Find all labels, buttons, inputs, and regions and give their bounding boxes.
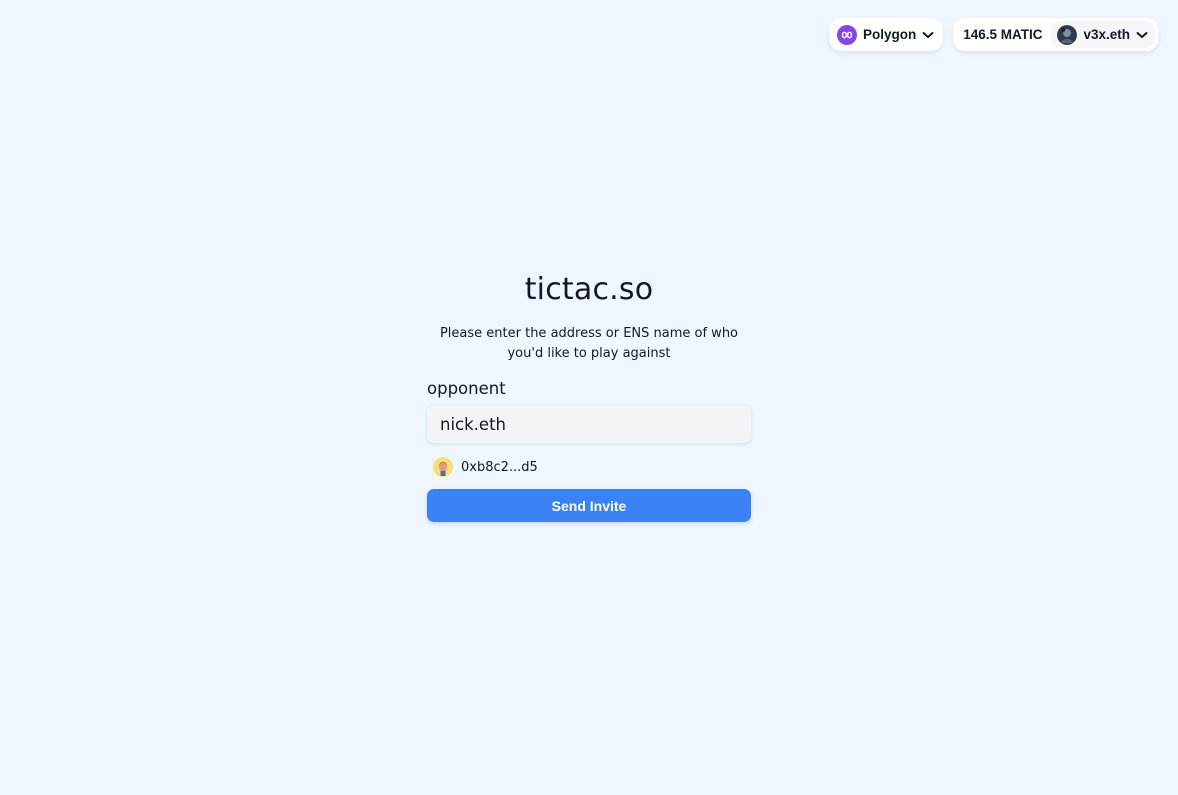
instructions-text: Please enter the address or ENS name of … xyxy=(439,326,739,361)
chain-name: Polygon xyxy=(862,27,917,42)
page: Polygon 146.5 MATIC v3x.eth tictac.so Pl… xyxy=(0,0,1178,795)
account-button[interactable]: v3x.eth xyxy=(1051,21,1155,48)
ens-avatar xyxy=(433,457,453,477)
account-name: v3x.eth xyxy=(1083,27,1130,42)
wallet-bar: Polygon 146.5 MATIC v3x.eth xyxy=(828,18,1158,51)
send-invite-button[interactable]: Send Invite xyxy=(427,489,751,522)
chevron-down-icon xyxy=(1136,31,1148,39)
account-pill: 146.5 MATIC v3x.eth xyxy=(953,18,1158,51)
opponent-label: opponent xyxy=(427,379,506,398)
chain-selector-button[interactable]: Polygon xyxy=(828,18,944,51)
wallet-balance: 146.5 MATIC xyxy=(963,27,1043,42)
resolved-address-text: 0xb8c2...d5 xyxy=(461,459,538,475)
page-title: tictac.so xyxy=(524,272,654,307)
account-avatar xyxy=(1057,24,1078,45)
invite-form: tictac.so Please enter the address or EN… xyxy=(427,270,751,522)
opponent-input[interactable] xyxy=(427,405,751,443)
resolved-address: 0xb8c2...d5 xyxy=(433,456,751,478)
chevron-down-icon xyxy=(922,31,934,39)
polygon-icon xyxy=(836,24,857,45)
